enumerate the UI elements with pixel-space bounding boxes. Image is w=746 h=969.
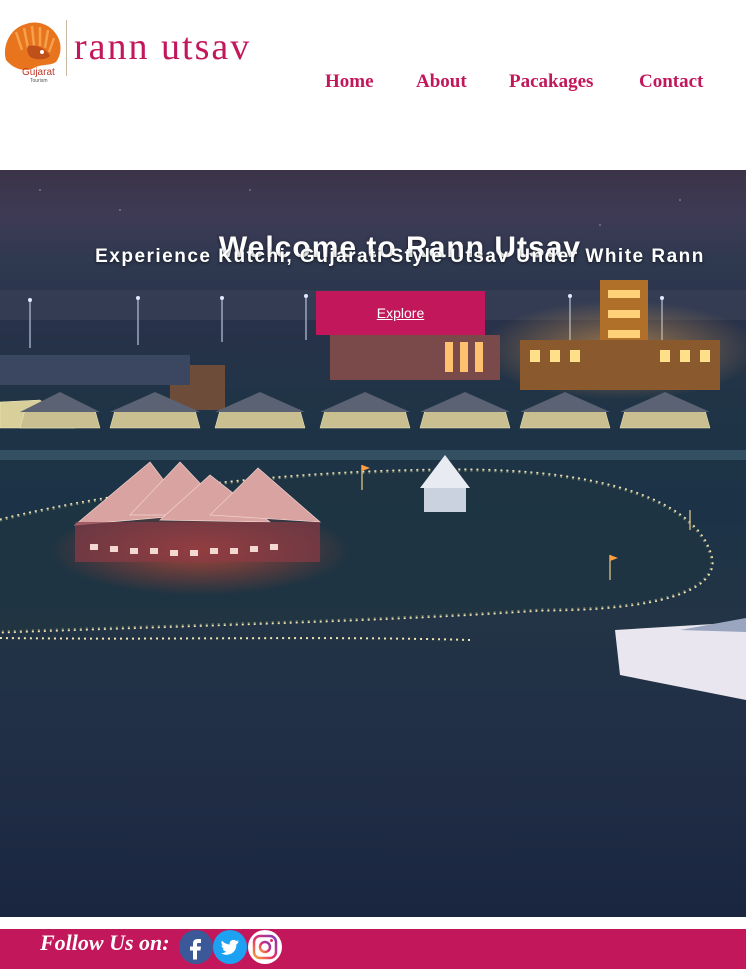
hero-background-image <box>0 189 746 700</box>
brand-title: rann utsav <box>74 26 252 68</box>
main-nav: Home About Pacakages Contact <box>0 70 746 94</box>
site-header: Gujarat Tourism rann utsav Home About Pa… <box>0 0 746 170</box>
site-footer: Follow Us on: <box>0 929 746 969</box>
nav-item-home[interactable]: Home <box>325 70 374 94</box>
hero-banner: Welcome to Rann Utsav Experience Kutchi,… <box>0 170 746 917</box>
facebook-icon[interactable] <box>179 930 213 964</box>
twitter-icon[interactable] <box>213 930 247 964</box>
logo-divider <box>66 20 67 76</box>
hero-subtitle: Experience Kutchi, Gujarati Style Utsav … <box>95 246 705 267</box>
nav-item-packages[interactable]: Pacakages <box>509 70 593 94</box>
follow-us-label: Follow Us on: <box>40 930 170 955</box>
explore-button[interactable]: Explore <box>316 291 485 335</box>
nav-item-contact[interactable]: Contact <box>639 70 703 94</box>
instagram-icon[interactable] <box>248 930 282 964</box>
nav-item-about[interactable]: About <box>416 70 467 94</box>
